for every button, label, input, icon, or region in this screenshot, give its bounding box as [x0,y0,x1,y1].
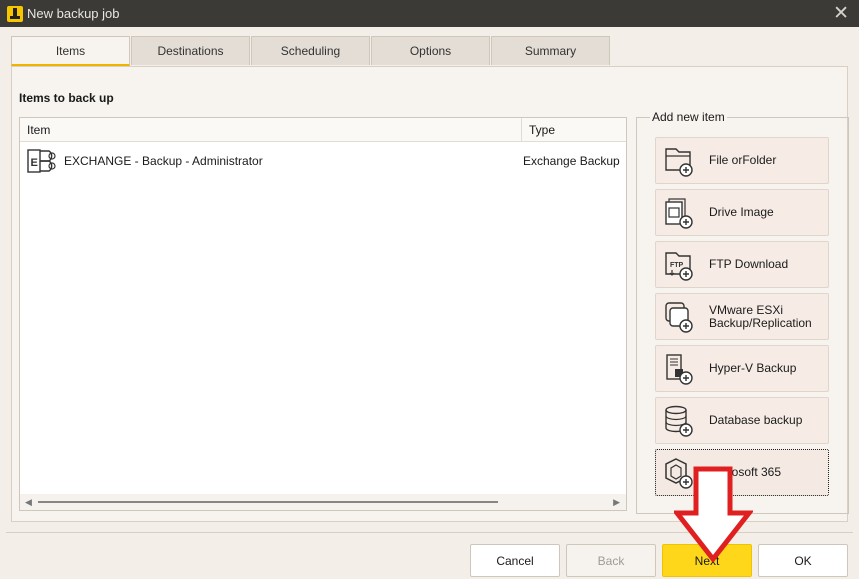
drive-image-icon [665,197,693,229]
add-microsoft-365-label: Microsoft 365 [709,465,782,479]
exchange-icon: E [27,149,56,173]
next-button[interactable]: Next [662,544,752,577]
ok-button[interactable]: OK [758,544,848,577]
column-header-item[interactable]: Item [20,118,522,141]
title-bar: New backup job ✕ [0,0,859,27]
row-item-name: EXCHANGE - Backup - Administrator [64,154,263,168]
tab-bar: Items Destinations Scheduling Options Su… [11,36,611,66]
add-file-folder-button[interactable]: File orFolder [655,137,829,184]
add-new-item-legend: Add new item [650,110,727,124]
close-icon[interactable]: ✕ [833,2,849,25]
window-title: New backup job [27,6,120,21]
app-logo-icon [7,5,23,22]
items-list[interactable]: Item Type E EXCHANGE - Backup - Administ… [19,117,627,511]
add-drive-image-label: Drive Image [709,205,774,219]
svg-text:E: E [31,157,38,169]
hyperv-icon [666,353,693,385]
add-ftp-download-button[interactable]: FTP FTP Download [655,241,829,288]
footer-divider [6,532,853,533]
svg-text:FTP: FTP [670,262,684,269]
add-microsoft-365-button[interactable]: Microsoft 365 [655,449,829,496]
microsoft365-icon [665,457,693,489]
column-header-type[interactable]: Type [522,118,555,141]
list-item[interactable]: E EXCHANGE - Backup - Administrator Exch… [20,142,626,180]
scroll-right-icon[interactable]: ▶ [613,497,620,508]
file-folder-icon [665,147,693,177]
tab-items[interactable]: Items [11,36,130,66]
items-section-title: Items to back up [19,91,114,105]
tab-destinations[interactable]: Destinations [131,36,250,65]
add-drive-image-button[interactable]: Drive Image [655,189,829,236]
tab-summary[interactable]: Summary [491,36,610,65]
tab-scheduling[interactable]: Scheduling [251,36,370,65]
tab-options[interactable]: Options [371,36,490,65]
add-file-folder-label: File orFolder [709,153,777,167]
scrollbar-thumb[interactable] [38,501,498,503]
database-icon [665,405,693,437]
scroll-left-icon[interactable]: ◀ [25,497,32,508]
horizontal-scrollbar[interactable]: ◀ ▶ [20,494,626,510]
add-database-backup-button[interactable]: Database backup [655,397,829,444]
ftp-download-icon: FTP [665,251,693,281]
vmware-icon [665,301,693,333]
row-item-type: Exchange Backup [523,154,620,168]
add-ftp-download-label: FTP Download [709,257,789,271]
back-button[interactable]: Back [566,544,656,577]
add-vmware-esxi-label: VMware ESXi Backup/Replication [709,302,812,330]
add-hyperv-backup-button[interactable]: Hyper-V Backup [655,345,829,392]
add-vmware-esxi-button[interactable]: VMware ESXi Backup/Replication [655,293,829,340]
cancel-button[interactable]: Cancel [470,544,560,577]
add-database-backup-label: Database backup [709,413,803,427]
add-hyperv-backup-label: Hyper-V Backup [709,361,797,375]
list-header: Item Type [20,118,626,142]
